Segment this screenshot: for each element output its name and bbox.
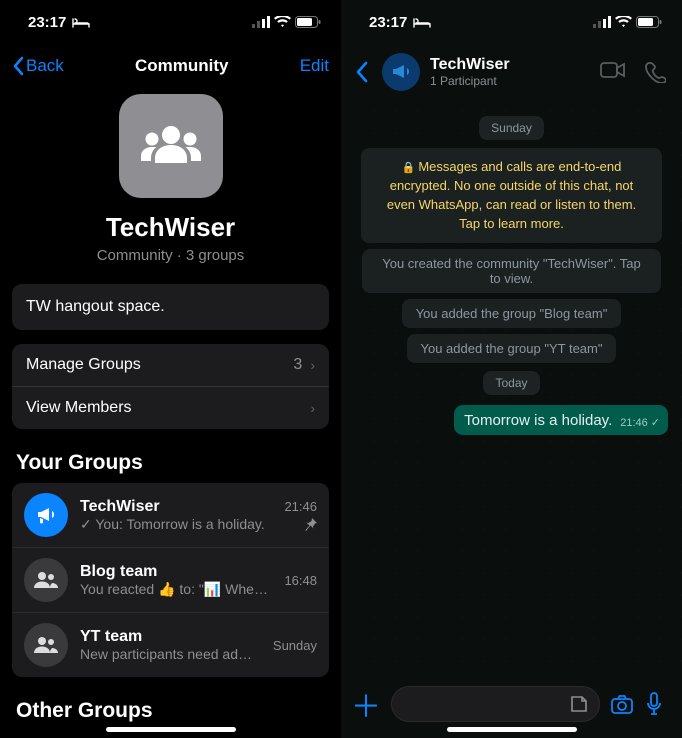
- date-separator: Sunday: [479, 116, 544, 140]
- community-header: TechWiser Community · 3 groups: [0, 88, 341, 274]
- system-message[interactable]: You created the community "TechWiser". T…: [362, 249, 661, 293]
- wifi-icon: [615, 16, 632, 28]
- message-input[interactable]: [391, 686, 600, 722]
- manage-groups-row[interactable]: Manage Groups 3 ›: [12, 344, 329, 387]
- chat-title: TechWiser: [430, 56, 590, 74]
- other-groups-title: Other Groups: [0, 677, 341, 731]
- video-call-button[interactable]: [600, 61, 626, 83]
- group-row[interactable]: Blog team You reacted 👍 to: "📊 Where... …: [12, 548, 329, 613]
- date-separator: Today: [483, 371, 539, 395]
- group-name: YT team: [80, 628, 261, 646]
- chat-subtitle: 1 Participant: [430, 74, 590, 88]
- group-avatar-icon: [24, 558, 68, 602]
- manage-groups-count: 3: [293, 356, 302, 374]
- status-time: 23:17: [369, 14, 407, 31]
- group-last-message: New participants need admin a...: [80, 646, 261, 662]
- encryption-text: Messages and calls are end-to-end encryp…: [387, 159, 636, 231]
- your-groups-list: TechWiser ✓ You: Tomorrow is a holiday. …: [12, 483, 329, 677]
- back-button[interactable]: Back: [12, 56, 64, 76]
- battery-icon: [295, 16, 321, 28]
- sticker-button[interactable]: [569, 694, 589, 714]
- cellular-icon: [252, 16, 270, 28]
- camera-button[interactable]: [610, 694, 636, 714]
- message-time: 21:46: [620, 417, 648, 429]
- voice-call-button[interactable]: [644, 61, 666, 83]
- outgoing-message-row: Tomorrow is a holiday. 21:46 ✓: [349, 403, 674, 437]
- your-groups-title: Your Groups: [0, 429, 341, 483]
- battery-icon: [636, 16, 662, 28]
- attach-button[interactable]: ＋: [351, 682, 381, 726]
- sleep-icon: [72, 16, 90, 28]
- view-members-label: View Members: [26, 399, 132, 417]
- back-label: Back: [26, 56, 64, 76]
- home-indicator[interactable]: [447, 727, 577, 732]
- home-indicator[interactable]: [106, 727, 236, 732]
- group-last-message: You reacted 👍 to: "📊 Where...: [80, 581, 272, 598]
- chat-nav: TechWiser 1 Participant: [341, 44, 682, 100]
- nav-title: Community: [135, 56, 229, 76]
- message-text: Tomorrow is a holiday.: [464, 412, 612, 429]
- back-button[interactable]: [351, 61, 372, 83]
- community-screen: 23:17 Back Community Edit TechWiser Comm…: [0, 0, 341, 738]
- group-avatar-icon: [24, 623, 68, 667]
- group-time: 16:48: [284, 573, 317, 588]
- outgoing-message[interactable]: Tomorrow is a holiday. 21:46 ✓: [454, 405, 668, 435]
- status-bar: 23:17: [341, 0, 682, 44]
- community-avatar[interactable]: [119, 94, 223, 198]
- group-name: Blog team: [80, 563, 272, 581]
- community-name: TechWiser: [0, 212, 341, 243]
- group-time: Sunday: [273, 638, 317, 653]
- nav-bar: Back Community Edit: [0, 44, 341, 88]
- edit-button[interactable]: Edit: [300, 56, 329, 76]
- group-row-announcements[interactable]: TechWiser ✓ You: Tomorrow is a holiday. …: [12, 483, 329, 548]
- group-row[interactable]: YT team New participants need admin a...…: [12, 613, 329, 677]
- chat-body[interactable]: Sunday 🔒Messages and calls are end-to-en…: [341, 100, 682, 676]
- manage-groups-label: Manage Groups: [26, 356, 141, 374]
- system-message: You added the group "Blog team": [402, 299, 622, 328]
- megaphone-icon: [24, 493, 68, 537]
- lock-icon: 🔒: [402, 162, 416, 174]
- system-message: You added the group "YT team": [407, 334, 617, 363]
- community-subtitle: Community · 3 groups: [0, 247, 341, 264]
- group-name: TechWiser: [80, 498, 272, 516]
- group-time: 21:46: [284, 499, 317, 514]
- chevron-right-icon: ›: [310, 400, 315, 416]
- group-last-message: ✓ You: Tomorrow is a holiday.: [80, 516, 272, 533]
- pin-icon: [304, 518, 317, 531]
- check-icon: ✓: [651, 416, 660, 429]
- chat-avatar[interactable]: [382, 53, 420, 91]
- sleep-icon: [413, 16, 431, 28]
- view-members-row[interactable]: View Members ›: [12, 387, 329, 429]
- encryption-notice[interactable]: 🔒Messages and calls are end-to-end encry…: [361, 148, 662, 243]
- mic-button[interactable]: [646, 692, 672, 716]
- community-menu: Manage Groups 3 › View Members ›: [12, 344, 329, 429]
- chevron-right-icon: ›: [310, 357, 315, 373]
- chat-screen: 23:17 TechWiser 1 Participant Sunday: [341, 0, 682, 738]
- chat-title-area[interactable]: TechWiser 1 Participant: [430, 56, 590, 88]
- cellular-icon: [593, 16, 611, 28]
- wifi-icon: [274, 16, 291, 28]
- status-time: 23:17: [28, 14, 66, 31]
- status-bar: 23:17: [0, 0, 341, 44]
- community-description[interactable]: TW hangout space.: [12, 284, 329, 330]
